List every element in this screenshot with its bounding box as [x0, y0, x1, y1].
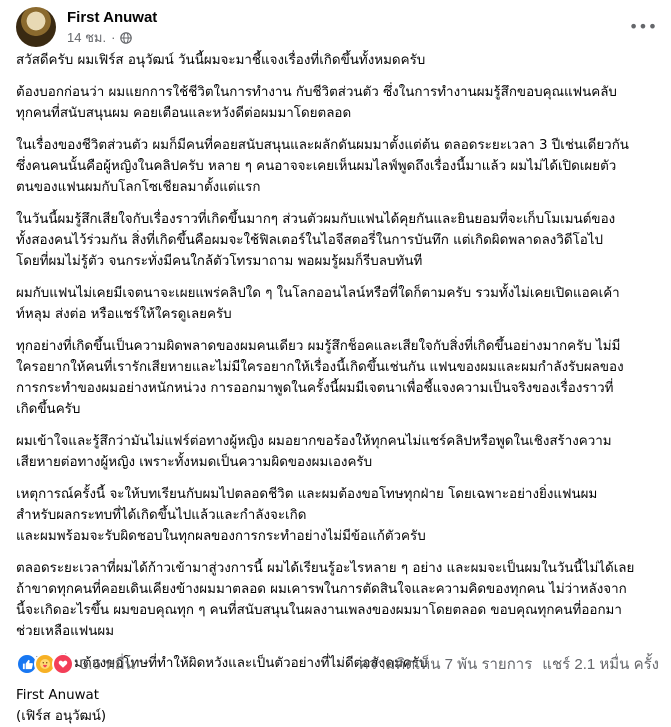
post-body: สวัสดีครับ ผมเฟิร์ส อนุวัฒน์ วันนี้ผมจะม… — [16, 50, 656, 727]
separator-dot: · — [111, 29, 116, 45]
globe-icon — [120, 31, 133, 44]
post-meta: First Anuwat 14 ชม. · — [67, 9, 157, 46]
share-count[interactable]: แชร์ 2.1 หมื่น ครั้ง — [542, 652, 659, 676]
reaction-summary[interactable]: 3.6 หมื่น — [16, 652, 135, 676]
post-paragraph: ทุกอย่างที่เกิดขึ้นเป็นความผิดพลาดของผมค… — [16, 339, 624, 417]
post-paragraph: ผมเข้าใจและรู้สึกว่ามันไม่แฟร์ต่อทางผู้ห… — [16, 434, 612, 470]
post-paragraph: ในเรื่องของชีวิตส่วนตัว ผมก็มีคนที่คอยสน… — [16, 138, 629, 195]
post-paragraph: เหตุการณ์ครั้งนี้ จะให้บทเรียนกับผมไปตลอ… — [16, 487, 598, 544]
reaction-count[interactable]: 3.6 หมื่น — [80, 652, 135, 676]
post-signature: First Anuwat (เฟิร์ส อนุวัฒน์) — [16, 688, 107, 724]
author-name[interactable]: First Anuwat — [67, 9, 157, 27]
post-paragraph: ผมกับแฟนไม่เคยมีเจตนาจะเผยแพร่คลิปใด ๆ ใ… — [16, 286, 620, 322]
comment-count[interactable]: ความคิดเห็น 7 พัน รายการ — [359, 652, 533, 676]
post-paragraph: ตลอดระยะเวลาที่ผมได้ก้าวเข้ามาสู่วงการนี… — [16, 561, 635, 639]
post-paragraph: สวัสดีครับ ผมเฟิร์ส อนุวัฒน์ วันนี้ผมจะม… — [16, 53, 426, 68]
facebook-post: First Anuwat 14 ชม. · ••• สวัสดีครับ ผมเ… — [0, 0, 671, 724]
post-footer: 3.6 หมื่น ความคิดเห็น 7 พัน รายการ แชร์ … — [16, 652, 659, 676]
engagement-stats: ความคิดเห็น 7 พัน รายการ แชร์ 2.1 หมื่น … — [359, 652, 659, 676]
post-time[interactable]: 14 ชม. — [67, 30, 106, 46]
post-paragraph: ในวันนี้ผมรู้สึกเสียใจกับเรื่องราวที่เกิ… — [16, 212, 616, 269]
avatar[interactable] — [16, 7, 56, 47]
time-row: 14 ชม. · — [67, 30, 157, 46]
more-options-icon[interactable]: ••• — [629, 14, 657, 38]
post-paragraph: ต้องบอกก่อนว่า ผมแยกการใช้ชีวิตในการทำงา… — [16, 85, 617, 121]
love-icon — [52, 653, 74, 675]
post-header: First Anuwat 14 ชม. · — [16, 6, 157, 48]
